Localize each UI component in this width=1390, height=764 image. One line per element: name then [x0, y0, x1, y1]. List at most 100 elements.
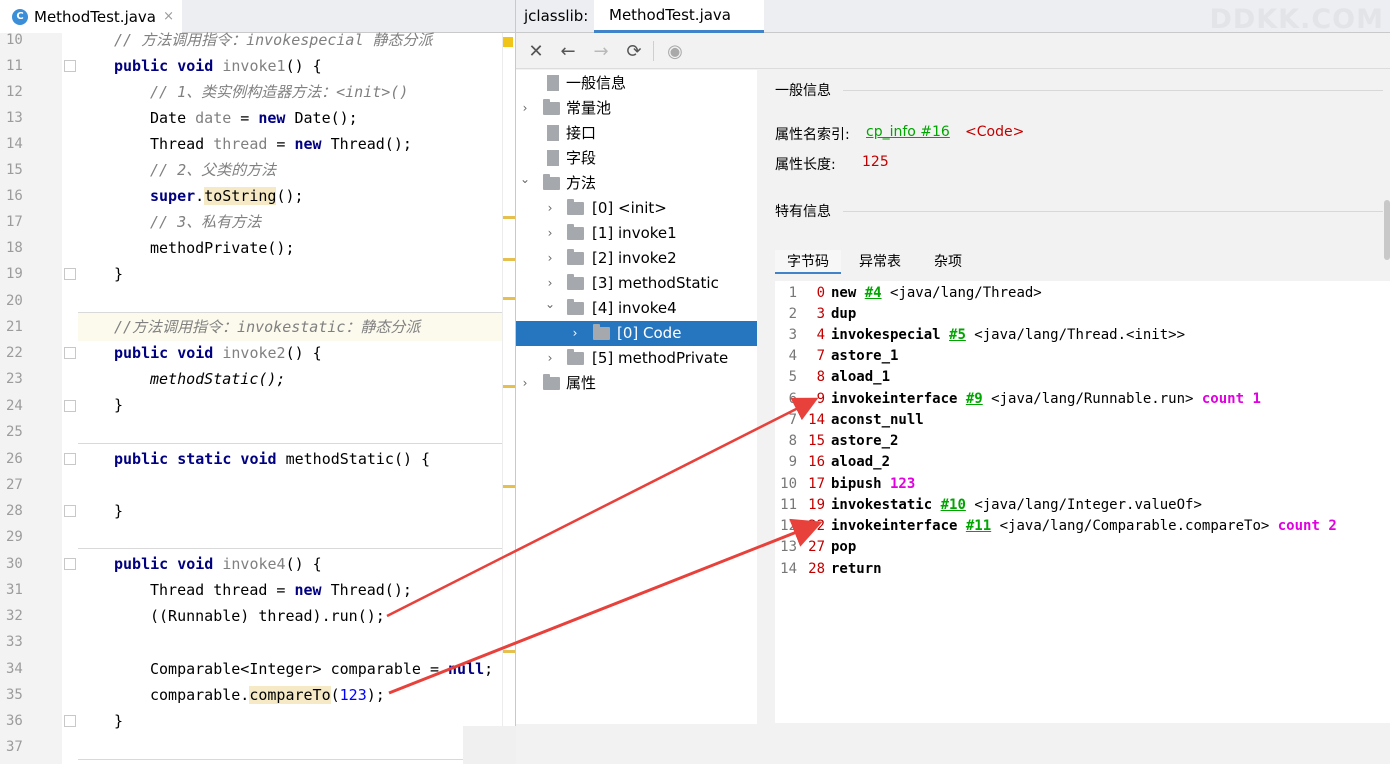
class-structure-tree: 一般信息 › 常量池 接口 字段 ⌄ 方法 › [0] <init> › [1]…	[516, 70, 757, 724]
keyword: new	[294, 135, 322, 153]
folder-icon	[593, 324, 610, 340]
jclasslib-tab-methodtest[interactable]: MethodTest.java	[594, 0, 764, 33]
line-number: 27	[6, 477, 23, 493]
warning-marker[interactable]	[503, 650, 515, 653]
method-call: compareTo	[249, 686, 331, 704]
code-area[interactable]: // 方法调用指令：invokespecial 静态分派 public void…	[78, 31, 502, 764]
tree-node-attributes[interactable]: › 属性	[516, 371, 757, 396]
operand-comment: <java/lang/Integer.valueOf>	[965, 497, 1202, 513]
warning-marker[interactable]	[503, 216, 515, 219]
forward-arrow-icon[interactable]: →	[589, 39, 613, 63]
operand-value: 123	[881, 476, 916, 492]
code-text: ();	[276, 187, 304, 205]
tree-node-methods[interactable]: ⌄ 方法	[516, 171, 757, 196]
fold-marker[interactable]	[64, 347, 76, 359]
line-number: 25	[6, 424, 23, 440]
name-index-link[interactable]: cp_info #16	[866, 124, 950, 140]
line-number: 23	[6, 371, 23, 387]
chevron-right-icon[interactable]: ›	[543, 221, 557, 246]
line-number: 33	[6, 634, 23, 650]
keyword: new	[258, 109, 286, 127]
row-index: 13	[780, 539, 797, 555]
chevron-right-icon[interactable]: ›	[568, 321, 582, 346]
tree-node-label: 字段	[566, 149, 597, 167]
document-icon	[547, 150, 559, 166]
code-line-15: // 2、父类的方法	[150, 161, 277, 179]
back-arrow-icon[interactable]: ←	[556, 39, 580, 63]
fold-marker[interactable]	[64, 505, 76, 517]
constant-pool-ref[interactable]: #5	[949, 327, 966, 343]
close-icon[interactable]: ✕	[524, 39, 548, 63]
warning-marker[interactable]	[503, 485, 515, 488]
constant-pool-ref[interactable]: #11	[966, 518, 991, 534]
row-index: 14	[780, 561, 797, 577]
line-number: 18	[6, 240, 23, 256]
horizontal-scrollbar[interactable]	[463, 726, 516, 764]
warning-indicator-icon[interactable]	[503, 37, 513, 47]
line-number: 26	[6, 451, 23, 467]
fold-marker[interactable]	[64, 715, 76, 727]
tree-node-method-init[interactable]: › [0] <init>	[516, 196, 757, 221]
opcode: aload_1	[831, 369, 891, 385]
line-number: 15	[6, 162, 23, 178]
keyword: public void	[114, 344, 214, 362]
row-index: 5	[788, 369, 797, 385]
code-line-16: super.toString();	[150, 183, 304, 209]
warning-marker[interactable]	[503, 258, 515, 261]
fold-marker[interactable]	[64, 60, 76, 72]
tab-bytecode[interactable]: 字节码	[775, 250, 841, 274]
tree-node-constant-pool[interactable]: › 常量池	[516, 96, 757, 121]
tree-node-fields[interactable]: 字段	[516, 146, 757, 171]
vertical-scrollbar-thumb[interactable]	[1384, 200, 1390, 260]
close-icon[interactable]: ×	[163, 9, 174, 24]
chevron-down-icon[interactable]: ⌄	[518, 167, 532, 192]
tree-node-label: 属性	[566, 374, 597, 392]
tree-node-label: 方法	[566, 174, 597, 192]
fold-column	[62, 33, 78, 764]
chevron-right-icon[interactable]: ›	[543, 196, 557, 221]
status-strip	[516, 724, 1390, 764]
tab-misc[interactable]: 杂项	[917, 250, 979, 274]
constant-pool-ref[interactable]: #4	[865, 285, 882, 301]
chevron-right-icon[interactable]: ›	[518, 371, 532, 396]
code-line-17: // 3、私有方法	[150, 213, 262, 231]
fold-marker[interactable]	[64, 558, 76, 570]
refresh-icon[interactable]: ⟳	[622, 39, 646, 63]
line-number: 14	[6, 136, 23, 152]
fold-marker[interactable]	[64, 268, 76, 280]
general-info-title: 一般信息	[775, 83, 831, 99]
chevron-down-icon[interactable]: ⌄	[543, 292, 557, 317]
code-line-26: public static void methodStatic() {	[114, 446, 430, 472]
warning-marker[interactable]	[503, 297, 515, 300]
code-text: methodStatic() {	[276, 450, 431, 468]
constant-pool-ref[interactable]: #9	[966, 391, 983, 407]
web-globe-icon[interactable]: ◉	[663, 39, 687, 63]
tab-exception-table[interactable]: 异常表	[847, 250, 913, 274]
tree-node-general-info[interactable]: 一般信息	[516, 71, 757, 96]
editor-marker-bar[interactable]	[502, 33, 515, 764]
chevron-right-icon[interactable]: ›	[543, 346, 557, 371]
java-class-icon: C	[12, 8, 28, 25]
fold-marker[interactable]	[64, 400, 76, 412]
constant-pool-ref[interactable]: #10	[941, 497, 966, 513]
tree-node-interfaces[interactable]: 接口	[516, 121, 757, 146]
tree-node-method-methodprivate[interactable]: › [5] methodPrivate	[516, 346, 757, 371]
tree-node-method-invoke4[interactable]: ⌄ [4] invoke4	[516, 296, 757, 321]
tree-node-code[interactable]: › [0] Code	[516, 321, 757, 346]
code-line-30: public void invoke4() {	[114, 551, 322, 577]
chevron-right-icon[interactable]: ›	[518, 96, 532, 121]
tree-node-method-invoke1[interactable]: › [1] invoke1	[516, 221, 757, 246]
chevron-right-icon[interactable]: ›	[543, 246, 557, 271]
line-number: 35	[6, 687, 23, 703]
line-number: 28	[6, 503, 23, 519]
bytecode-offset: 15	[808, 433, 825, 449]
warning-marker[interactable]	[503, 385, 515, 388]
jclasslib-toolbar: ✕ ← → ⟳ ◉	[516, 33, 1390, 69]
bytecode-offset: 4	[816, 327, 825, 343]
bytecode-listing[interactable]: 1 0 new #4 <java/lang/Thread> 2 3 dup 3 4 invo…	[775, 281, 1390, 723]
code-text: Date();	[285, 109, 358, 127]
folder-icon	[543, 374, 560, 390]
fold-marker[interactable]	[64, 453, 76, 465]
tree-node-method-invoke2[interactable]: › [2] invoke2	[516, 246, 757, 271]
opcode: dup	[831, 306, 857, 322]
